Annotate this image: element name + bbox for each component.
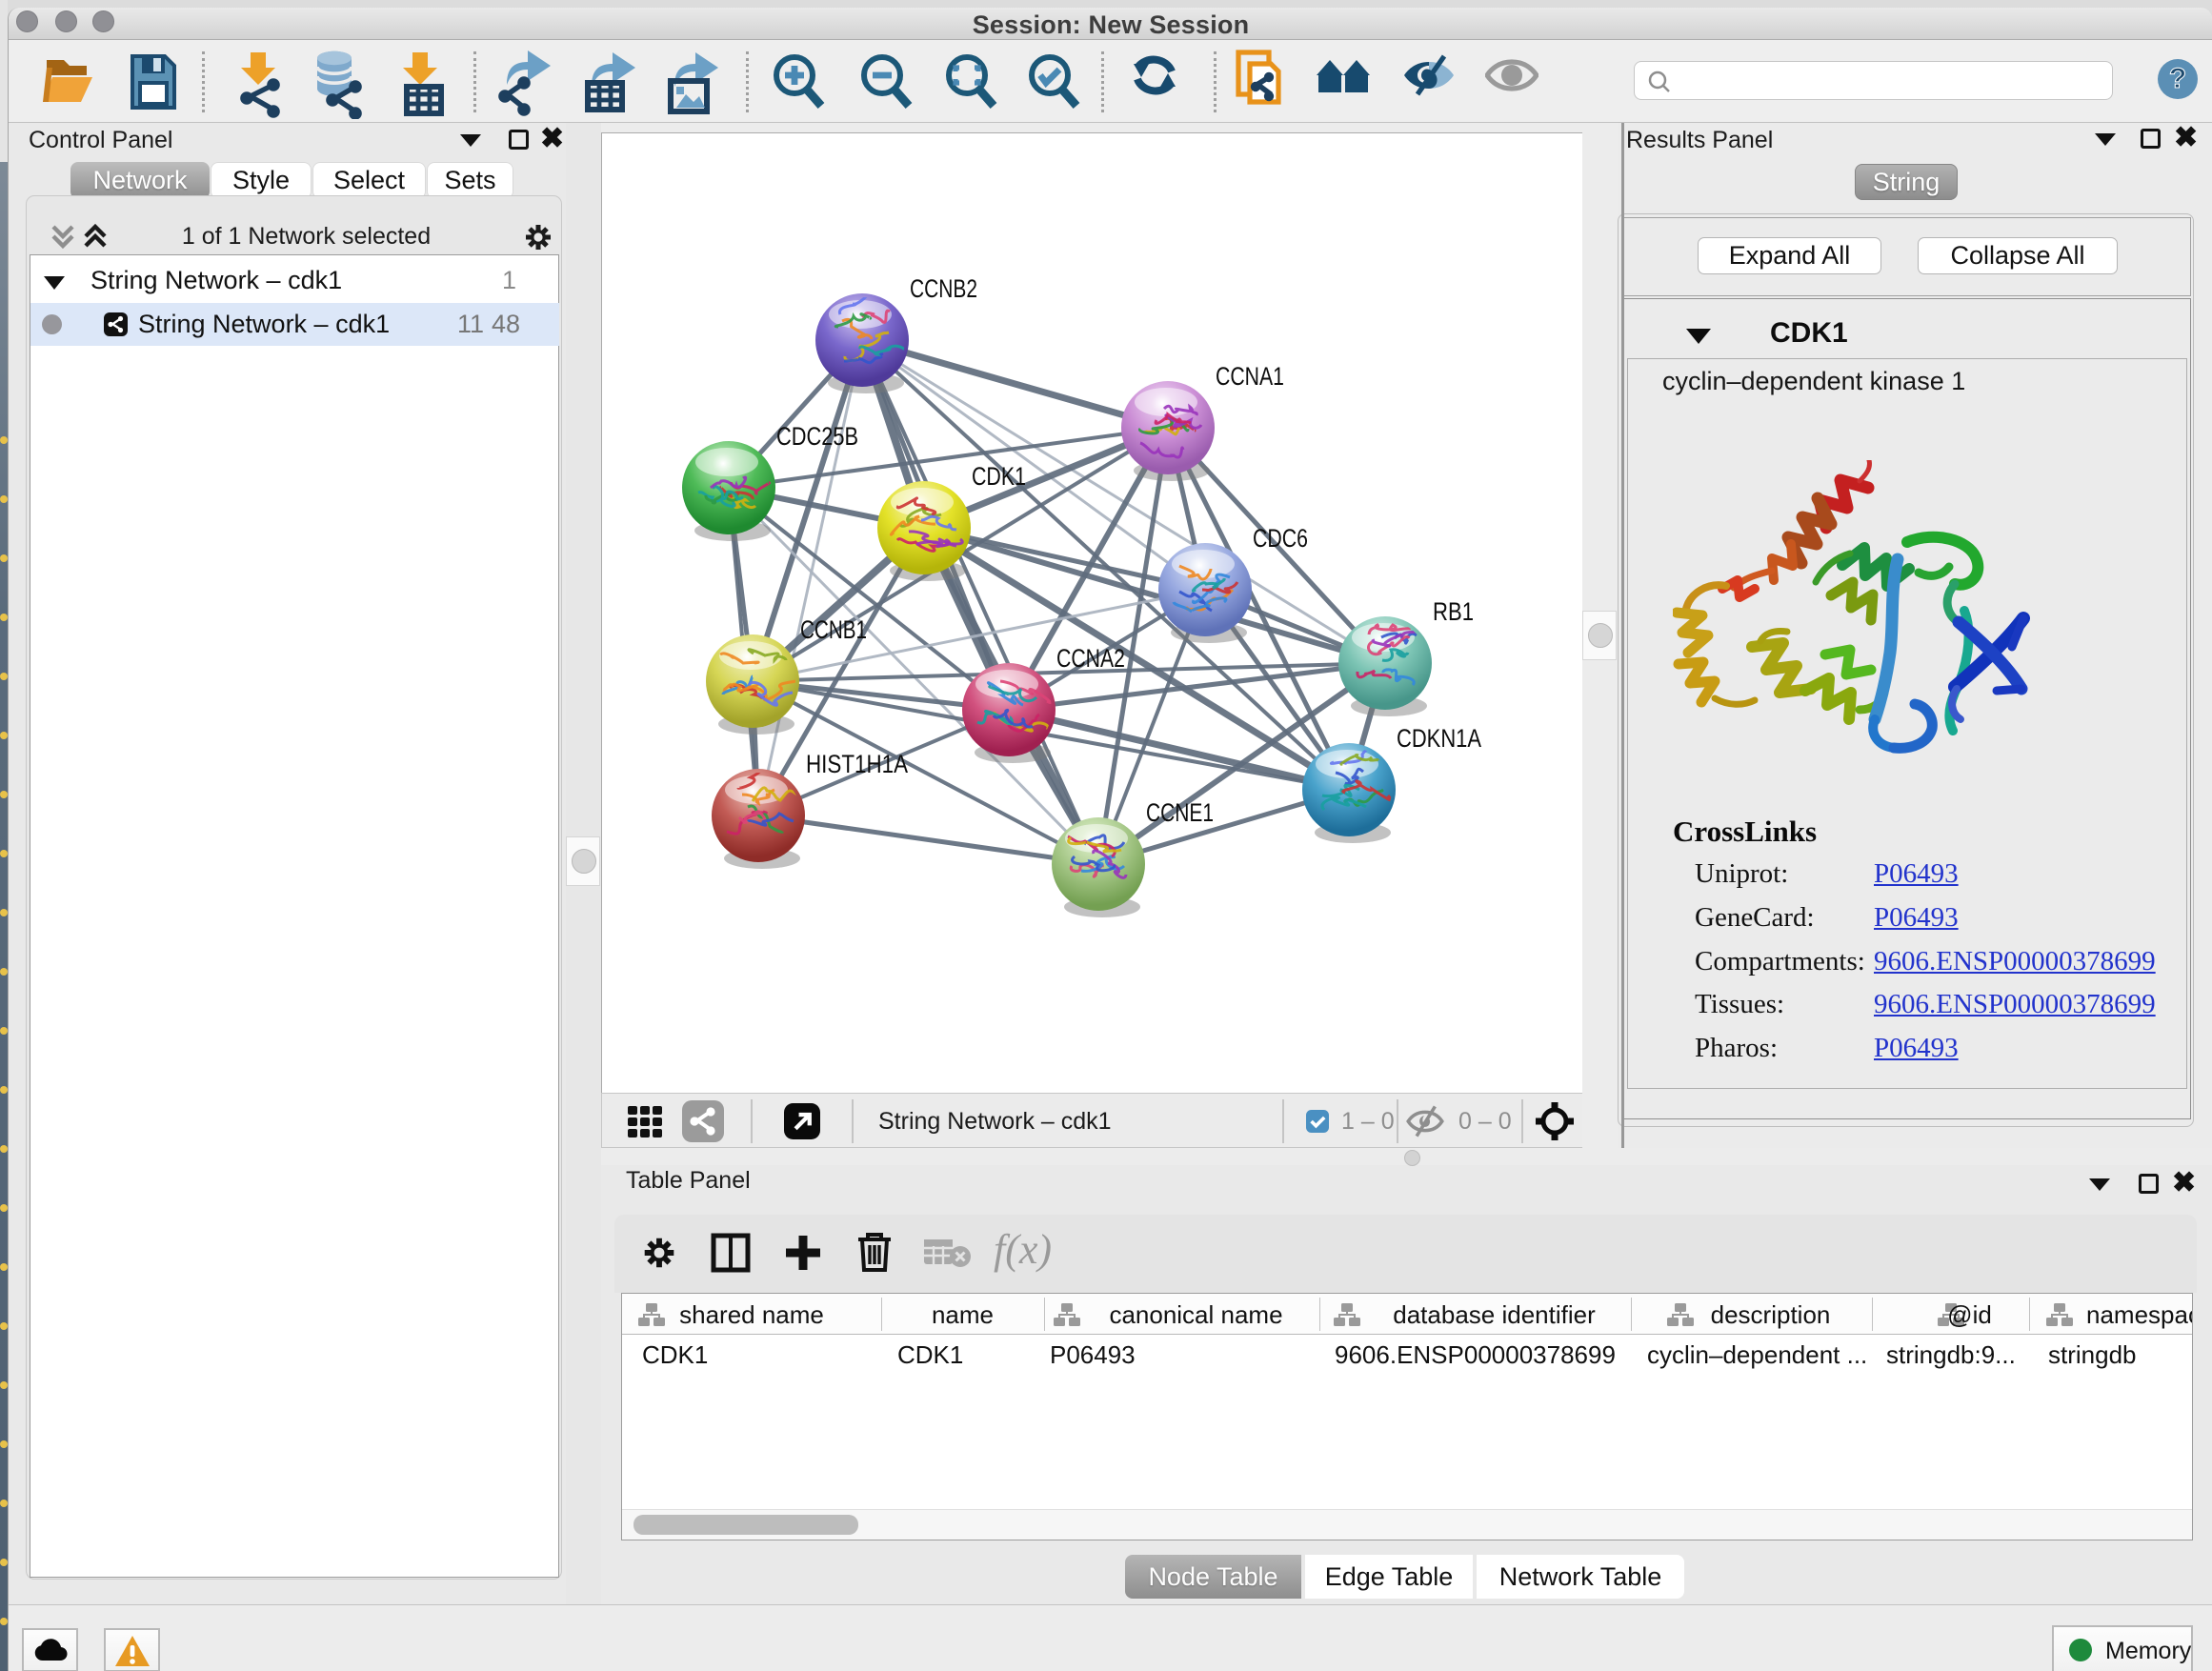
svg-text:CCNE1: CCNE1 <box>1146 798 1214 827</box>
svg-text:?: ? <box>2169 63 2186 94</box>
svg-text:RB1: RB1 <box>1433 597 1474 626</box>
svg-text:CCNB1: CCNB1 <box>800 615 867 644</box>
svg-text:CCNA1: CCNA1 <box>1216 362 1284 391</box>
svg-text:CDKN1A: CDKN1A <box>1397 724 1481 753</box>
svg-text:CDK1: CDK1 <box>972 462 1026 491</box>
svg-text:CDC25B: CDC25B <box>776 422 858 451</box>
svg-text:CCNB2: CCNB2 <box>910 274 977 303</box>
svg-text:CCNA2: CCNA2 <box>1056 644 1125 673</box>
svg-text:HIST1H1A: HIST1H1A <box>806 750 908 778</box>
svg-text:CDC6: CDC6 <box>1253 524 1308 553</box>
